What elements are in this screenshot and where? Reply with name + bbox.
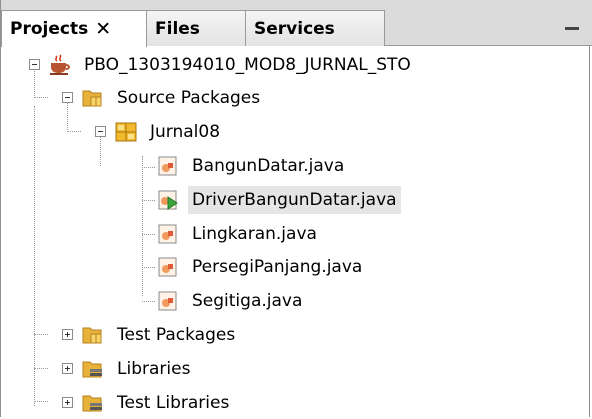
java-file-icon bbox=[157, 155, 179, 177]
test-libraries-folder-icon bbox=[82, 392, 104, 414]
source-packages-label: Source Packages bbox=[117, 87, 261, 108]
test-packages-folder-icon bbox=[82, 324, 104, 346]
libraries-label: Libraries bbox=[117, 358, 191, 379]
project-name: PBO_1303194010_MOD8_JURNAL_STO bbox=[84, 54, 411, 75]
tab-projects[interactable]: Projects ✕ bbox=[1, 10, 147, 47]
source-packages-folder-icon bbox=[82, 87, 104, 109]
tab-services[interactable]: Services bbox=[245, 10, 385, 46]
file-label: BangunDatar.java bbox=[192, 155, 345, 176]
tab-projects-label: Projects bbox=[10, 19, 89, 39]
expand-toggle-test-packages[interactable] bbox=[62, 329, 73, 340]
java-file-icon bbox=[157, 223, 179, 245]
file-label: Lingkaran.java bbox=[192, 223, 317, 244]
coffee-cup-icon bbox=[49, 53, 71, 76]
file-label: Segitiga.java bbox=[192, 290, 303, 311]
tab-bar: Projects ✕ Files Services bbox=[1, 0, 592, 47]
expand-toggle-test-libraries[interactable] bbox=[62, 397, 73, 408]
package-label: Jurnal08 bbox=[150, 121, 221, 142]
tab-files[interactable]: Files bbox=[146, 10, 246, 46]
file-label: DriverBangunDatar.java bbox=[188, 185, 401, 214]
tree-node-test-libraries[interactable]: Test Libraries bbox=[82, 386, 233, 419]
projects-window: Projects ✕ Files Services PBO_1303194010… bbox=[0, 0, 592, 419]
collapse-toggle-project[interactable] bbox=[29, 59, 40, 70]
tree-node-file[interactable]: Segitiga.java bbox=[157, 284, 306, 317]
libraries-folder-icon bbox=[82, 358, 104, 380]
collapse-toggle-package[interactable] bbox=[95, 126, 106, 137]
tree-node-project[interactable]: PBO_1303194010_MOD8_JURNAL_STO bbox=[49, 48, 415, 81]
minimize-icon[interactable] bbox=[565, 27, 579, 30]
tree-node-file[interactable]: PersegiPanjang.java bbox=[157, 250, 366, 283]
tab-files-label: Files bbox=[155, 18, 200, 39]
test-packages-label: Test Packages bbox=[117, 324, 236, 345]
tree-node-package[interactable]: Jurnal08 bbox=[115, 115, 224, 148]
package-icon bbox=[115, 121, 137, 143]
tree-node-file-selected[interactable]: DriverBangunDatar.java bbox=[157, 183, 401, 216]
tree-node-libraries[interactable]: Libraries bbox=[82, 352, 194, 385]
java-main-class-icon bbox=[157, 189, 179, 211]
tree-node-test-packages[interactable]: Test Packages bbox=[82, 318, 239, 351]
close-icon[interactable]: ✕ bbox=[95, 18, 111, 40]
file-label: PersegiPanjang.java bbox=[192, 256, 363, 277]
expand-toggle-libraries[interactable] bbox=[62, 363, 73, 374]
java-file-icon bbox=[157, 256, 179, 278]
java-file-icon bbox=[157, 290, 179, 312]
tree-node-source-packages[interactable]: Source Packages bbox=[82, 81, 264, 114]
tree-node-file[interactable]: Lingkaran.java bbox=[157, 217, 321, 250]
tab-services-label: Services bbox=[254, 18, 335, 39]
collapse-toggle-source-packages[interactable] bbox=[62, 92, 73, 103]
test-libraries-label: Test Libraries bbox=[117, 392, 230, 413]
tree-node-file[interactable]: BangunDatar.java bbox=[157, 149, 348, 182]
